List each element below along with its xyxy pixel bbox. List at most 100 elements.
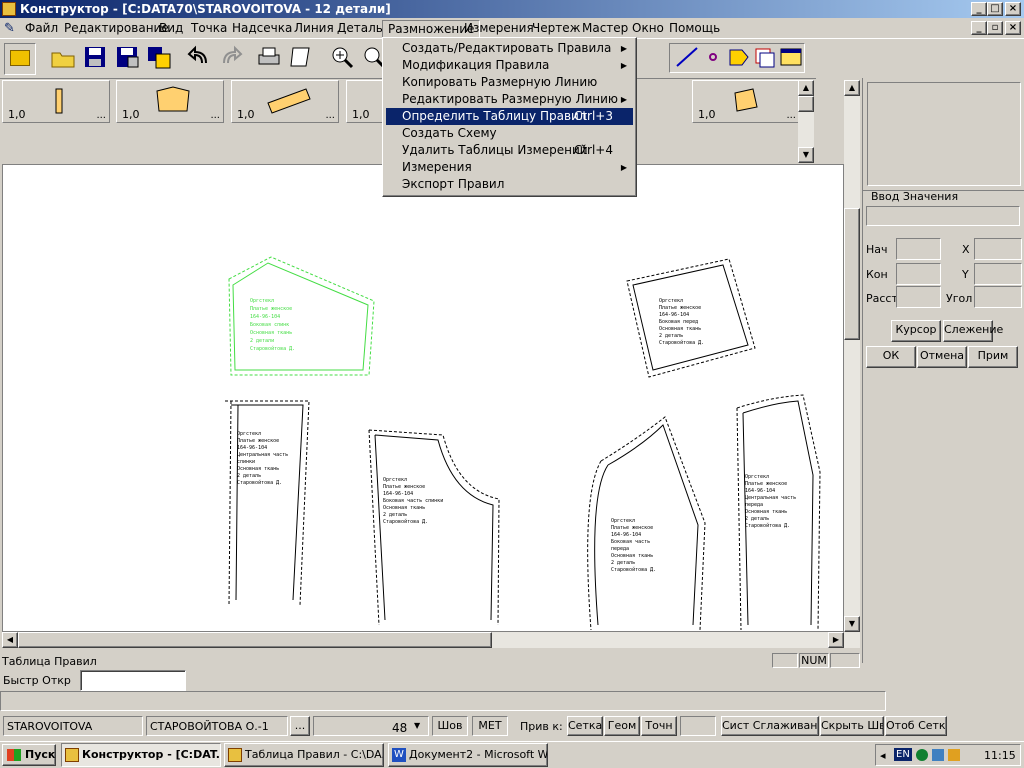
snap-grid-button[interactable]: Сетка bbox=[567, 716, 603, 736]
piece-tool-icon[interactable] bbox=[726, 45, 754, 75]
menu-item-edit-size-line[interactable]: Редактировать Размерную Линию ▶ bbox=[386, 91, 633, 108]
start-field[interactable] bbox=[896, 238, 941, 260]
value-input[interactable] bbox=[866, 206, 1020, 226]
ok-button[interactable]: ОК bbox=[866, 346, 916, 368]
menu-piece[interactable]: Деталь bbox=[332, 20, 388, 36]
maximize-icon[interactable]: □ bbox=[987, 2, 1003, 16]
doc-icon[interactable]: ✎ bbox=[4, 21, 18, 36]
unit-indicator[interactable]: МЕТ bbox=[472, 716, 508, 736]
app-icon[interactable] bbox=[2, 2, 16, 16]
scroll-thumb[interactable] bbox=[844, 208, 860, 340]
child-restore-icon[interactable]: ▫ bbox=[987, 21, 1003, 35]
browse-button[interactable]: ... bbox=[290, 716, 310, 736]
piece-strip-scrollbar[interactable]: ▲ ▼ bbox=[798, 80, 814, 163]
apply-button[interactable]: Прим bbox=[968, 346, 1018, 368]
minimize-icon[interactable]: _ bbox=[971, 2, 987, 16]
menu-notch[interactable]: Надсечка bbox=[227, 20, 297, 36]
save-icon[interactable] bbox=[82, 45, 110, 75]
close-icon[interactable]: × bbox=[1005, 2, 1021, 16]
task-constructor[interactable]: Конструктор - [C:DAT... bbox=[61, 743, 221, 767]
piece-options-icon[interactable]: ... bbox=[96, 110, 106, 121]
snap-point-button[interactable]: Точн bbox=[641, 716, 677, 736]
hide-seams-button[interactable]: Скрыть Швы bbox=[820, 716, 884, 736]
cursor-button[interactable]: Курсор bbox=[891, 320, 941, 342]
scroll-up-icon[interactable]: ▲ bbox=[798, 80, 814, 96]
distance-field[interactable] bbox=[896, 286, 941, 308]
piece-thumbnail[interactable]: 1,0 ... bbox=[692, 80, 800, 123]
scroll-thumb[interactable] bbox=[18, 632, 492, 648]
network-icon[interactable] bbox=[916, 749, 928, 761]
piece-thumbnail[interactable]: 1,0 bbox=[346, 80, 386, 123]
menu-point[interactable]: Точка bbox=[186, 20, 232, 36]
tray-icon[interactable] bbox=[932, 749, 944, 761]
canvas-hscroll[interactable]: ◀ ▶ bbox=[2, 632, 860, 648]
track-button[interactable]: Слежение bbox=[943, 320, 1003, 342]
piece-options-icon[interactable]: ... bbox=[325, 110, 335, 121]
menu-view[interactable]: Вид bbox=[154, 20, 188, 36]
piece-thumbnail[interactable]: 1,0 ... bbox=[231, 80, 339, 123]
drawing-canvas[interactable]: Оргстекл Платье женское 164-96-104 Боков… bbox=[2, 164, 844, 632]
svg-text:Платье женское: Платье женское bbox=[745, 481, 787, 487]
size-select[interactable]: 48 ▼ bbox=[313, 716, 429, 736]
show-grid-button[interactable]: Отоб Сетку bbox=[885, 716, 947, 736]
menu-window[interactable]: Окно bbox=[627, 20, 669, 36]
piece-options-icon[interactable]: ... bbox=[210, 110, 220, 121]
start-button[interactable]: Пуск bbox=[2, 744, 56, 766]
point-tool-icon[interactable] bbox=[700, 45, 728, 75]
cancel-button[interactable]: Отмена bbox=[917, 346, 967, 368]
undo-icon[interactable] bbox=[186, 45, 214, 75]
zoom-in-icon[interactable] bbox=[330, 45, 358, 75]
snap-geom-button[interactable]: Геом bbox=[604, 716, 640, 736]
save-as-icon[interactable] bbox=[114, 45, 142, 75]
menu-item-copy-size-line[interactable]: Копировать Размерную Линию bbox=[386, 74, 633, 91]
menu-item-measurements[interactable]: Измерения ▶ bbox=[386, 159, 633, 176]
seam-indicator[interactable]: Шов bbox=[432, 716, 468, 736]
quick-open-input[interactable] bbox=[80, 670, 186, 691]
menu-wizard[interactable]: Мастер bbox=[577, 20, 633, 36]
line-tool-icon[interactable] bbox=[674, 45, 702, 75]
bottom-bar: STAROVOITOVA СТАРОВОЙТОВА О.-1 ... 48 ▼ … bbox=[0, 712, 1024, 740]
scroll-down-icon[interactable]: ▼ bbox=[798, 147, 814, 163]
smoothing-button[interactable]: Сист Сглаживание bbox=[721, 716, 819, 736]
task-table-rules[interactable]: Таблица Правил - C:\DA... bbox=[224, 743, 384, 767]
table-tool-icon[interactable] bbox=[778, 45, 806, 75]
x-field[interactable] bbox=[974, 238, 1022, 260]
piece-thumbnail[interactable]: 1,0 ... bbox=[116, 80, 224, 123]
redo-icon[interactable] bbox=[218, 45, 246, 75]
end-field[interactable] bbox=[896, 263, 941, 285]
child-close-icon[interactable]: × bbox=[1005, 21, 1021, 35]
menu-item-delete-measure-tables[interactable]: Удалить Таблицы Измерений Ctrl+4 bbox=[386, 142, 633, 159]
svg-text:Оргстекл: Оргстекл bbox=[237, 431, 261, 437]
menu-help[interactable]: Помощь bbox=[664, 20, 725, 36]
plot-icon[interactable] bbox=[288, 45, 316, 75]
scroll-thumb[interactable] bbox=[798, 96, 814, 112]
tray-icon[interactable] bbox=[948, 749, 960, 761]
language-indicator[interactable]: EN bbox=[894, 748, 912, 761]
speaker-icon[interactable]: ◂ bbox=[880, 749, 886, 762]
menu-item-create-edit-rules[interactable]: Создать/Редактировать Правила ▶ bbox=[386, 40, 633, 57]
menu-item-define-rules-table[interactable]: Определить Таблицу Правил Ctrl+3 bbox=[386, 108, 633, 125]
app-icon bbox=[228, 748, 242, 762]
canvas-vscroll[interactable]: ▲ ▼ bbox=[844, 80, 860, 632]
y-field[interactable] bbox=[974, 263, 1022, 285]
scroll-left-icon[interactable]: ◀ bbox=[2, 632, 18, 648]
child-minimize-icon[interactable]: _ bbox=[971, 21, 987, 35]
print-icon[interactable] bbox=[256, 45, 284, 75]
piece-options-icon[interactable]: ... bbox=[786, 110, 796, 121]
menu-file[interactable]: Файл bbox=[20, 20, 63, 36]
menu-item-export-rules[interactable]: Экспорт Правил bbox=[386, 176, 633, 193]
menu-item-modify-rule[interactable]: Модификация Правила ▶ bbox=[386, 57, 633, 74]
chevron-down-icon[interactable]: ▼ bbox=[414, 721, 420, 730]
angle-field[interactable] bbox=[974, 286, 1022, 308]
menu-item-create-scheme[interactable]: Создать Схему bbox=[386, 125, 633, 142]
export-icon[interactable] bbox=[146, 45, 174, 75]
open-folder-icon[interactable] bbox=[50, 45, 78, 75]
menu-item-shortcut: Ctrl+4 bbox=[573, 143, 613, 157]
scroll-up-icon[interactable]: ▲ bbox=[844, 80, 860, 96]
task-word[interactable]: W Документ2 - Microsoft W... bbox=[388, 743, 548, 767]
piece-thumbnail[interactable]: 1,0 ... bbox=[2, 80, 110, 123]
layers-button[interactable] bbox=[4, 43, 36, 75]
scroll-right-icon[interactable]: ▶ bbox=[828, 632, 844, 648]
layers-tool-icon[interactable] bbox=[752, 45, 780, 75]
scroll-down-icon[interactable]: ▼ bbox=[844, 616, 860, 632]
